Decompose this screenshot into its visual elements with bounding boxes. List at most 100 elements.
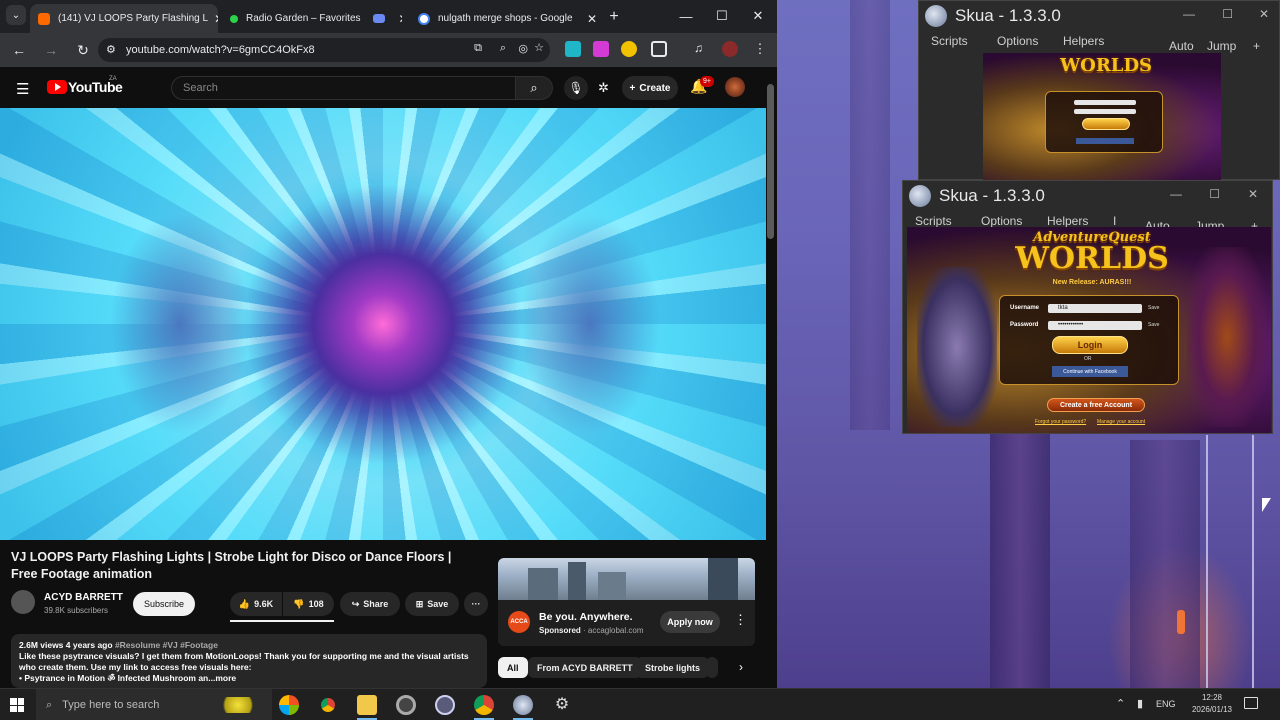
- tab-youtube[interactable]: (141) VJ LOOPS Party Flashing L ✕: [30, 4, 218, 33]
- app-icon[interactable]: [435, 695, 455, 715]
- menu-overflow[interactable]: I: [1113, 214, 1116, 228]
- media-control-icon[interactable]: ♫: [694, 41, 710, 57]
- voice-search-icon[interactable]: 🎙: [564, 76, 588, 100]
- subscribe-button[interactable]: Subscribe: [133, 592, 195, 616]
- username-field[interactable]: tkta: [1048, 304, 1142, 313]
- eye-slash-icon[interactable]: ◎: [518, 42, 528, 55]
- language-indicator[interactable]: ENG: [1156, 699, 1176, 709]
- game-viewport[interactable]: WORLDS: [983, 53, 1221, 181]
- skua-taskbar-icon[interactable]: [513, 695, 533, 715]
- chrome-taskbar-icon[interactable]: [474, 695, 494, 715]
- like-button[interactable]: 👍 9.6K: [230, 592, 282, 616]
- password-field[interactable]: [1074, 109, 1136, 114]
- save-button[interactable]: ⊞ Save: [405, 592, 459, 616]
- youtube-logo-icon[interactable]: [47, 80, 67, 94]
- new-tab-button[interactable]: +: [602, 5, 626, 29]
- app-icon[interactable]: [396, 695, 416, 715]
- hashtags[interactable]: #Resolume #VJ #Footage: [115, 640, 218, 650]
- show-more-link[interactable]: ...more: [208, 673, 236, 683]
- battery-icon[interactable]: ▮: [1137, 697, 1143, 710]
- hamburger-menu-icon[interactable]: ☰: [16, 80, 29, 98]
- close-window-button[interactable]: ✕: [744, 6, 772, 26]
- more-actions-button[interactable]: ···: [464, 592, 488, 616]
- game-viewport[interactable]: AdventureQuest WORLDS New Release: AURAS…: [907, 227, 1271, 433]
- settings-gear-icon[interactable]: ⚙: [552, 695, 572, 715]
- minimize-button[interactable]: —: [1183, 7, 1195, 21]
- reload-button[interactable]: ↻: [71, 38, 95, 62]
- bookmark-star-icon[interactable]: ☆: [534, 41, 544, 54]
- chip-all[interactable]: All: [498, 657, 528, 678]
- description-box[interactable]: 2.6M views 4 years ago #Resolume #VJ #Fo…: [11, 634, 487, 688]
- extension-icon[interactable]: [593, 41, 609, 57]
- start-button[interactable]: [10, 698, 24, 712]
- tab-close-icon[interactable]: ✕: [393, 12, 402, 26]
- ad-banner-image[interactable]: [498, 558, 755, 600]
- page-scrollbar[interactable]: [767, 84, 774, 239]
- ad-card[interactable]: ACCA Be you. Anywhere. Sponsored · accag…: [498, 600, 755, 646]
- create-button[interactable]: + Create: [622, 76, 678, 100]
- extension-icon[interactable]: [621, 41, 637, 57]
- extensions-puzzle-icon[interactable]: [651, 41, 667, 57]
- tab-radio-garden[interactable]: Radio Garden – Favorites ✕: [222, 4, 402, 33]
- save-username-checkbox[interactable]: Save: [1148, 305, 1159, 311]
- video-player[interactable]: [0, 108, 766, 540]
- create-account-button[interactable]: Create a free Account: [1047, 398, 1145, 412]
- extension-icon[interactable]: [565, 41, 581, 57]
- tab-search-button[interactable]: ⌄: [6, 5, 26, 25]
- menu-helpers[interactable]: Helpers: [1063, 34, 1104, 48]
- notification-center-icon[interactable]: [1244, 697, 1258, 709]
- skua-titlebar[interactable]: Skua - 1.3.3.0 — ☐ ✕: [903, 181, 1272, 211]
- menu-options[interactable]: Options: [997, 34, 1038, 48]
- login-button[interactable]: Login: [1052, 336, 1128, 354]
- ad-cta-button[interactable]: Apply now: [660, 611, 720, 633]
- forgot-password-link[interactable]: Forgot your password?: [1035, 419, 1086, 425]
- manage-account-link[interactable]: Manage your account: [1097, 419, 1145, 425]
- maximize-button[interactable]: ☐: [1209, 187, 1220, 201]
- menu-helpers[interactable]: Helpers: [1047, 214, 1088, 228]
- password-field[interactable]: ••••••••••••: [1048, 321, 1142, 330]
- chip-partial[interactable]: [706, 657, 718, 678]
- tab-google[interactable]: nulgath merge shops - Google ✕: [410, 4, 605, 33]
- chip-from-channel[interactable]: From ACYD BARRETT: [528, 657, 642, 678]
- close-button[interactable]: ✕: [1248, 187, 1258, 201]
- menu-jump[interactable]: Jump: [1207, 39, 1236, 53]
- tray-chevron-icon[interactable]: ⌃: [1116, 697, 1125, 710]
- maximize-button[interactable]: ☐: [708, 6, 736, 26]
- extension-gear-icon[interactable]: ✲: [598, 80, 609, 96]
- account-avatar[interactable]: [725, 77, 745, 97]
- copilot-icon[interactable]: [279, 695, 299, 715]
- minimize-button[interactable]: —: [672, 6, 700, 26]
- zoom-icon[interactable]: ⌕: [500, 42, 506, 55]
- username-field[interactable]: [1074, 100, 1136, 105]
- profile-avatar[interactable]: [722, 41, 738, 57]
- ad-menu-icon[interactable]: ⋮: [734, 612, 747, 628]
- minimize-button[interactable]: —: [1170, 187, 1182, 201]
- menu-add[interactable]: +: [1253, 39, 1260, 53]
- dislike-button[interactable]: 👎 108: [283, 592, 334, 616]
- maximize-button[interactable]: ☐: [1222, 7, 1233, 21]
- tab-close-icon[interactable]: ✕: [581, 12, 597, 26]
- menu-scripts[interactable]: Scripts: [915, 214, 952, 228]
- search-button[interactable]: ⌕: [515, 76, 553, 100]
- back-button[interactable]: ←: [7, 38, 31, 62]
- menu-scripts[interactable]: Scripts: [931, 34, 968, 48]
- menu-options[interactable]: Options: [981, 214, 1022, 228]
- facebook-button[interactable]: Continue with Facebook: [1052, 366, 1128, 377]
- skua-titlebar[interactable]: Skua - 1.3.3.0 — ☐ ✕: [919, 1, 1279, 31]
- forward-button[interactable]: →: [39, 38, 63, 62]
- save-password-checkbox[interactable]: Save: [1148, 322, 1159, 328]
- chrome-taskbar-icon[interactable]: [318, 695, 338, 715]
- chrome-menu-icon[interactable]: ⋮: [752, 41, 768, 57]
- chip-strobe-lights[interactable]: Strobe lights: [636, 657, 710, 678]
- channel-name[interactable]: ACYD BARRETT: [44, 592, 123, 603]
- site-info-icon[interactable]: ⚙: [106, 43, 116, 56]
- menu-auto[interactable]: Auto: [1169, 39, 1194, 53]
- clock[interactable]: 12:28 2026/01/13: [1190, 692, 1234, 716]
- tab-close-icon[interactable]: ✕: [208, 12, 218, 26]
- file-explorer-icon[interactable]: [357, 695, 377, 715]
- share-button[interactable]: ↪ Share: [340, 592, 400, 616]
- facebook-button[interactable]: [1076, 138, 1134, 144]
- address-bar[interactable]: ⚙ youtube.com/watch?v=6gmCC4OkFx8 ⧉ ⌕ ◎ …: [98, 38, 550, 62]
- login-button[interactable]: [1082, 118, 1130, 130]
- search-input[interactable]: Search: [171, 76, 516, 100]
